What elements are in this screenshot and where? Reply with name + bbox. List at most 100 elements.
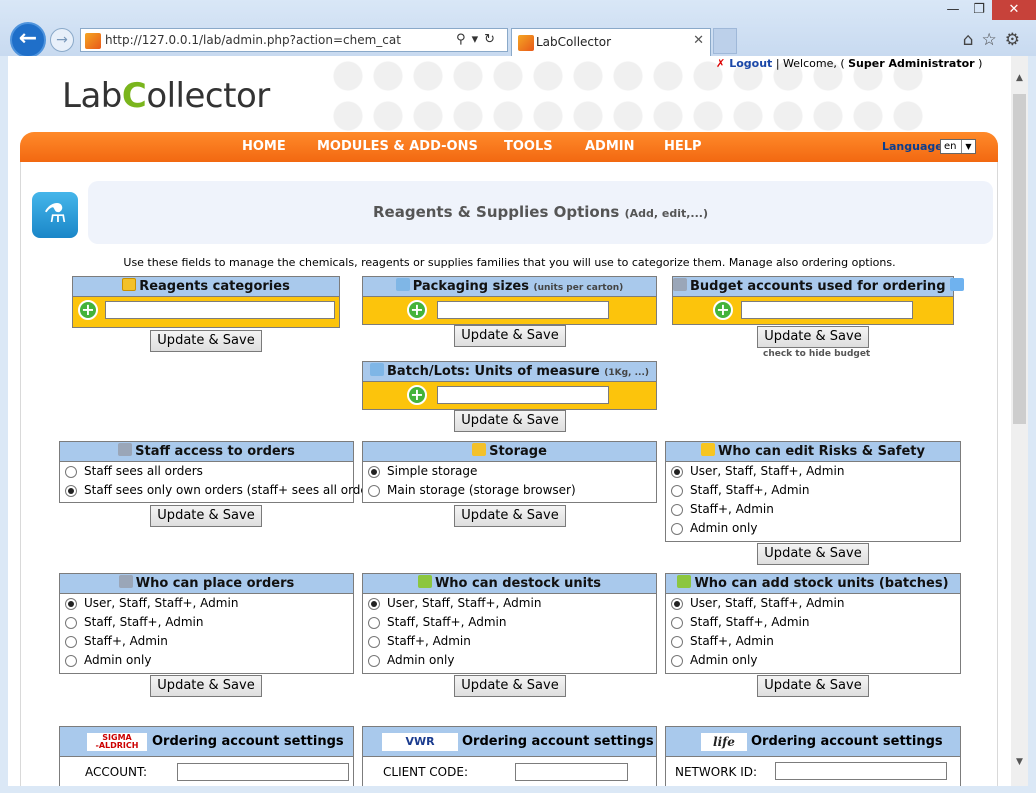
- account-input[interactable]: [177, 763, 349, 781]
- radio-option[interactable]: Admin only: [363, 651, 656, 670]
- radio-button[interactable]: [671, 485, 683, 497]
- radio-option[interactable]: Staff+, Admin: [363, 632, 656, 651]
- radio-button[interactable]: [65, 655, 77, 667]
- home-icon[interactable]: ⌂: [963, 30, 982, 50]
- radio-option[interactable]: Main storage (storage browser): [363, 481, 656, 500]
- reagents-category-input[interactable]: [105, 301, 335, 319]
- radio-option[interactable]: Staff sees only own orders (staff+ sees …: [60, 481, 384, 500]
- menu-home[interactable]: HOME: [242, 139, 286, 154]
- client-code-input[interactable]: [515, 763, 628, 781]
- update-save-button[interactable]: Update & Save: [757, 675, 869, 697]
- radio-button[interactable]: [671, 598, 683, 610]
- menu-help[interactable]: HELP: [664, 139, 702, 154]
- update-save-button[interactable]: Update & Save: [150, 675, 262, 697]
- radio-button[interactable]: [671, 655, 683, 667]
- radio-button[interactable]: [671, 617, 683, 629]
- radio-option[interactable]: Staff, Staff+, Admin: [666, 613, 960, 632]
- menu-modules[interactable]: MODULES & ADD-ONS: [317, 139, 478, 154]
- box-title: Budget accounts used for ordering: [690, 279, 946, 294]
- gear-icon[interactable]: ⚙: [1005, 30, 1028, 50]
- radio-button[interactable]: [368, 485, 380, 497]
- radio-button[interactable]: [671, 466, 683, 478]
- add-icon[interactable]: +: [713, 300, 733, 320]
- update-save-button[interactable]: Update & Save: [454, 675, 566, 697]
- batch-unit-input[interactable]: [437, 386, 609, 404]
- star-icon[interactable]: ☆: [982, 30, 1005, 50]
- radio-option[interactable]: Simple storage: [363, 462, 656, 481]
- box-subtitle: (units per carton): [533, 283, 624, 293]
- radio-button[interactable]: [65, 598, 77, 610]
- user-name: Super Administrator: [848, 57, 975, 70]
- scroll-down-icon[interactable]: ▼: [1011, 754, 1028, 771]
- budget-account-input[interactable]: [741, 301, 913, 319]
- radio-button[interactable]: [368, 466, 380, 478]
- logo-part: Lab: [62, 76, 122, 116]
- radio-button[interactable]: [65, 617, 77, 629]
- radio-option[interactable]: Staff sees all orders: [60, 462, 353, 481]
- address-url[interactable]: http://127.0.0.1/lab/admin.php?action=ch…: [105, 33, 401, 47]
- update-save-button[interactable]: Update & Save: [757, 543, 869, 565]
- menu-tools[interactable]: TOOLS: [504, 139, 553, 154]
- page-title: Reagents & Supplies Options (Add, edit,.…: [88, 203, 993, 221]
- close-icon[interactable]: ✕: [992, 0, 1036, 20]
- search-refresh-icons[interactable]: ⚲▾↻: [456, 32, 501, 47]
- add-icon[interactable]: +: [78, 300, 98, 320]
- folder-icon: [122, 278, 137, 291]
- radio-option[interactable]: Staff, Staff+, Admin: [60, 613, 353, 632]
- scroll-thumb[interactable]: [1013, 94, 1026, 424]
- labcollector-logo[interactable]: LabCollector: [62, 76, 270, 116]
- vertical-scrollbar[interactable]: ▲ ▼: [1011, 56, 1028, 786]
- radio-option[interactable]: Staff, Staff+, Admin: [363, 613, 656, 632]
- network-id-input[interactable]: [775, 762, 947, 780]
- radio-option[interactable]: Staff, Staff+, Admin: [666, 481, 960, 500]
- radio-option[interactable]: User, Staff, Staff+, Admin: [60, 594, 353, 613]
- flask-icon: ⚗: [32, 192, 78, 238]
- minimize-icon[interactable]: —: [940, 0, 966, 20]
- radio-button[interactable]: [368, 636, 380, 648]
- radio-button[interactable]: [65, 466, 77, 478]
- radio-button[interactable]: [671, 504, 683, 516]
- add-icon[interactable]: +: [407, 385, 427, 405]
- logout-link[interactable]: Logout: [729, 57, 772, 70]
- update-save-button[interactable]: Update & Save: [454, 505, 566, 527]
- back-button[interactable]: ←: [10, 22, 46, 58]
- radio-option[interactable]: Staff+, Admin: [666, 632, 960, 651]
- scroll-up-icon[interactable]: ▲: [1011, 70, 1028, 87]
- logout-icon[interactable]: ✗: [716, 57, 725, 70]
- radio-button[interactable]: [65, 485, 77, 497]
- radio-option[interactable]: User, Staff, Staff+, Admin: [363, 594, 656, 613]
- radio-option[interactable]: User, Staff, Staff+, Admin: [666, 462, 960, 481]
- radio-option[interactable]: Staff+, Admin: [666, 500, 960, 519]
- radio-label: Staff, Staff+, Admin: [690, 483, 810, 497]
- add-icon[interactable]: +: [407, 300, 427, 320]
- update-save-button[interactable]: Update & Save: [454, 410, 566, 432]
- new-tab-button[interactable]: [713, 28, 737, 54]
- radio-option[interactable]: User, Staff, Staff+, Admin: [666, 594, 960, 613]
- radio-option[interactable]: Admin only: [666, 651, 960, 670]
- tab-close-icon[interactable]: ✕: [693, 33, 704, 48]
- restore-icon[interactable]: ❐: [966, 0, 992, 20]
- radio-button[interactable]: [368, 617, 380, 629]
- forward-button[interactable]: →: [50, 28, 74, 52]
- radio-button[interactable]: [671, 636, 683, 648]
- address-bar[interactable]: http://127.0.0.1/lab/admin.php?action=ch…: [80, 28, 508, 52]
- radio-button[interactable]: [368, 598, 380, 610]
- browser-chrome: ← → http://127.0.0.1/lab/admin.php?actio…: [0, 0, 1036, 58]
- box-title: Packaging sizes: [412, 279, 529, 294]
- update-save-button[interactable]: Update & Save: [150, 505, 262, 527]
- radio-option[interactable]: Admin only: [666, 519, 960, 538]
- radio-option[interactable]: Admin only: [60, 651, 353, 670]
- update-save-button[interactable]: Update & Save: [150, 330, 262, 352]
- radio-label: Staff+, Admin: [690, 634, 774, 648]
- update-save-button[interactable]: Update & Save: [757, 326, 869, 348]
- radio-button[interactable]: [368, 655, 380, 667]
- radio-button[interactable]: [671, 523, 683, 535]
- update-save-button[interactable]: Update & Save: [454, 325, 566, 347]
- language-select[interactable]: en ▼: [940, 139, 976, 154]
- packaging-size-input[interactable]: [437, 301, 609, 319]
- menu-admin[interactable]: ADMIN: [585, 139, 635, 154]
- browser-tab[interactable]: LabCollector ✕: [511, 28, 711, 56]
- language-label: Language:: [882, 140, 948, 153]
- radio-option[interactable]: Staff+, Admin: [60, 632, 353, 651]
- radio-button[interactable]: [65, 636, 77, 648]
